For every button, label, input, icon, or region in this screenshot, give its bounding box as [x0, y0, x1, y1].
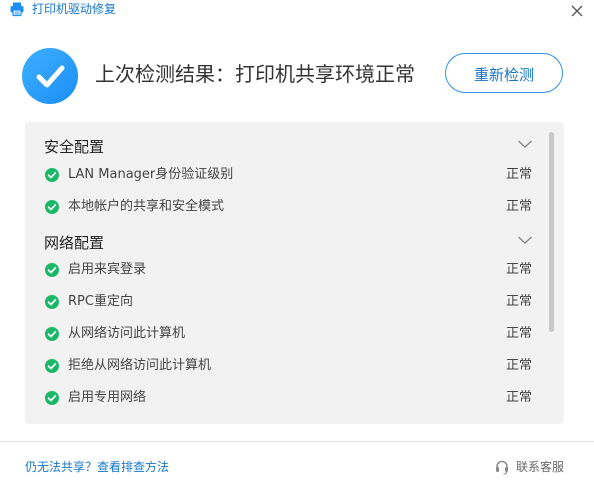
- check-circle-icon: [45, 391, 59, 405]
- check-results-panel[interactable]: 安全配置 LAN Manager身份验证级别 正常 本地帐户的共享和安全模式 正…: [25, 122, 564, 424]
- result-header: 上次检测结果：打印机共享环境正常 重新检测: [0, 22, 594, 122]
- check-item-label: RPC重定向: [68, 294, 133, 309]
- chevron-down-icon[interactable]: [517, 138, 533, 150]
- section-title-security: 安全配置: [44, 138, 105, 156]
- check-item-label: 本地帐户的共享和安全模式: [68, 199, 225, 214]
- check-item-status: 正常: [506, 262, 533, 277]
- window-title: 打印机驱动修复: [32, 2, 117, 16]
- check-circle-icon: [45, 200, 59, 214]
- check-item-deny-network-access: 拒绝从网络访问此计算机 正常: [25, 356, 564, 376]
- check-item-rpc-redirect: RPC重定向 正常: [25, 292, 564, 312]
- contact-support-label: 联系客服: [516, 460, 565, 474]
- check-circle-icon: [45, 359, 59, 373]
- check-item-label: 启用来宾登录: [68, 262, 147, 277]
- recheck-button[interactable]: 重新检测: [445, 53, 563, 93]
- check-circle-icon: [22, 48, 78, 104]
- footer-divider: [0, 441, 594, 442]
- chevron-down-icon[interactable]: [517, 234, 533, 246]
- close-icon[interactable]: [569, 3, 585, 19]
- check-circle-icon: [45, 263, 59, 277]
- section-title-network: 网络配置: [44, 234, 105, 252]
- check-circle-icon: [45, 295, 59, 309]
- check-item-status: 正常: [506, 167, 533, 182]
- check-item-guest-login: 启用来宾登录 正常: [25, 260, 564, 280]
- check-item-label: LAN Manager身份验证级别: [68, 167, 234, 182]
- title-bar: 打印机驱动修复: [0, 0, 594, 22]
- check-item-status: 正常: [506, 390, 533, 405]
- check-item-status: 正常: [506, 294, 533, 309]
- troubleshoot-link[interactable]: 仍无法共享？查看排查方法: [25, 458, 169, 476]
- check-item-network-access: 从网络访问此计算机 正常: [25, 324, 564, 344]
- check-item-status: 正常: [506, 326, 533, 341]
- check-item-status: 正常: [506, 358, 533, 373]
- check-circle-icon: [45, 327, 59, 341]
- check-item-local-account-sharing: 本地帐户的共享和安全模式 正常: [25, 197, 564, 217]
- check-item-label: 启用专用网络: [68, 390, 147, 405]
- result-summary: 上次检测结果：打印机共享环境正常: [95, 62, 415, 86]
- check-item-status: 正常: [506, 199, 533, 214]
- check-circle-icon: [45, 168, 59, 182]
- check-item-private-network: 启用专用网络 正常: [25, 388, 564, 408]
- printer-icon: [10, 2, 24, 17]
- headset-icon: [496, 460, 508, 475]
- check-item-label: 拒绝从网络访问此计算机: [68, 358, 212, 373]
- check-item-lan-manager: LAN Manager身份验证级别 正常: [25, 165, 564, 185]
- check-item-label: 从网络访问此计算机: [68, 326, 186, 341]
